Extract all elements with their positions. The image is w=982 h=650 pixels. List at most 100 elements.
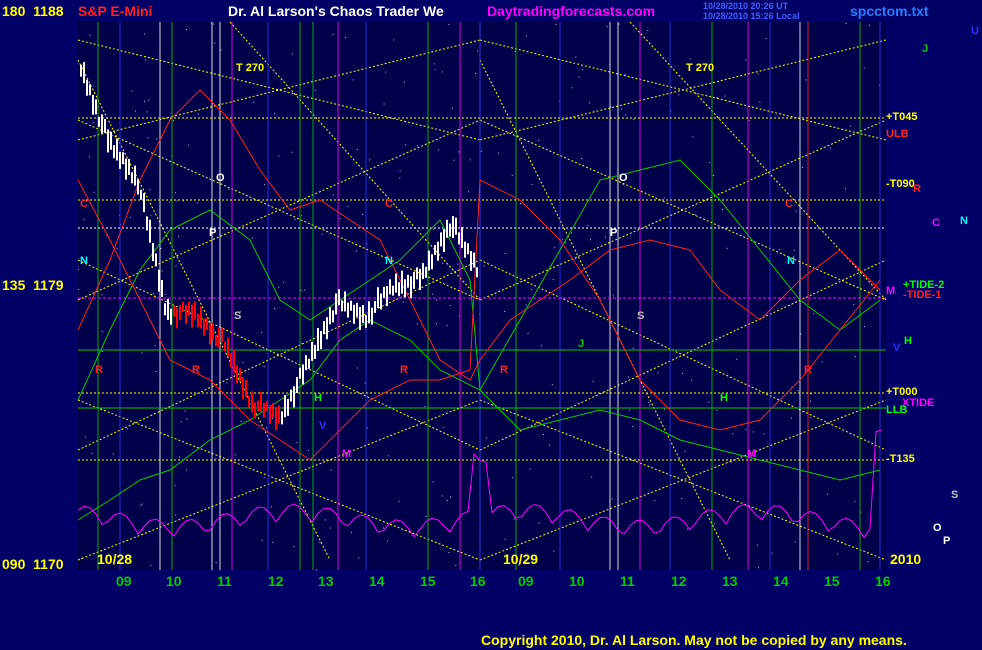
star-dot [732,433,734,435]
star-dot [272,541,274,543]
price-bar [242,377,244,400]
star-dot [220,49,222,51]
star-dot [813,313,815,315]
star-dot [187,144,189,146]
price-bar [236,365,238,384]
star-dot [540,345,542,347]
price-bar [287,398,289,416]
star-dot [589,239,591,241]
star-dot [800,333,802,335]
price-bar [476,267,478,278]
marker-c-2: C [385,198,393,210]
star-dot [810,400,812,402]
price-bar [329,307,331,325]
star-dot [554,247,556,249]
star-dot [587,225,589,227]
star-dot [446,500,448,502]
star-dot [448,24,450,26]
price-bar [365,315,367,329]
hour-tick-label: 14 [369,573,385,589]
star-dot [745,59,747,61]
price-bar [83,62,85,84]
price-bar [392,285,394,296]
star-dot [578,76,580,78]
star-dot [278,286,280,288]
star-dot [795,210,797,212]
price-bar [398,282,400,297]
star-dot [176,200,178,202]
star-dot [457,263,459,265]
star-dot [342,301,344,303]
data-file-name: spcctom.txt [850,3,929,19]
star-dot [240,420,242,422]
star-dot [469,159,471,161]
star-dot [628,376,630,378]
price-bar [437,241,439,261]
star-dot [845,188,847,190]
price-bar [431,254,433,270]
price-bar [227,337,229,357]
star-dot [538,522,540,524]
star-dot [169,201,171,203]
star-dot [261,539,263,541]
marker-n-1: N [80,255,88,267]
right-label-t090: -T090 [886,178,915,190]
star-dot [689,58,691,60]
price-bar [92,94,94,115]
star-dot [405,144,407,146]
star-dot [425,515,427,517]
star-dot [129,216,131,218]
star-dot [455,564,457,566]
star-dot [180,421,182,423]
price-bar [380,293,382,310]
star-dot [716,409,718,411]
star-dot [752,431,754,433]
price-bar [350,300,352,311]
price-bar [272,403,274,418]
star-dot [632,348,634,350]
star-dot [442,426,444,428]
hour-tick-label: 09 [518,573,534,589]
star-dot [291,53,293,55]
right-label-t045: +T045 [886,111,918,123]
price-bar [308,358,310,369]
star-dot [383,103,385,105]
price-bar [359,306,361,330]
price-bar [257,400,259,412]
price-bar [395,273,397,293]
hour-tick-label: 16 [470,573,486,589]
price-bar [122,152,124,165]
star-dot [89,34,91,36]
star-dot [214,42,216,44]
price-bar [353,304,355,324]
marker-h-2: H [720,392,728,404]
star-dot [451,107,453,109]
site-link[interactable]: Daytradingforecasts.com [487,3,655,19]
star-dot [681,372,683,374]
star-dot [433,63,435,65]
star-dot [261,331,263,333]
right-label-t135: -T135 [886,453,915,465]
star-dot [736,358,738,360]
price-bar [347,302,349,318]
price-bar [422,263,424,280]
hour-tick-label: 16 [875,573,891,589]
price-bar [443,229,445,253]
price-bar [110,131,112,150]
star-dot [175,265,177,267]
star-dot [301,215,303,217]
price-bar [119,151,121,169]
hour-tick-label: 11 [620,573,635,589]
marker-p-1: P [209,227,217,239]
price-bar [290,389,292,402]
star-dot [403,81,405,83]
star-dot [802,166,804,168]
price-bar [95,99,97,115]
price-bar [218,327,220,348]
star-dot [474,73,476,75]
star-dot [146,111,148,113]
star-dot [399,170,401,172]
star-dot [605,236,607,238]
star-dot [663,197,665,199]
star-dot [433,228,435,230]
